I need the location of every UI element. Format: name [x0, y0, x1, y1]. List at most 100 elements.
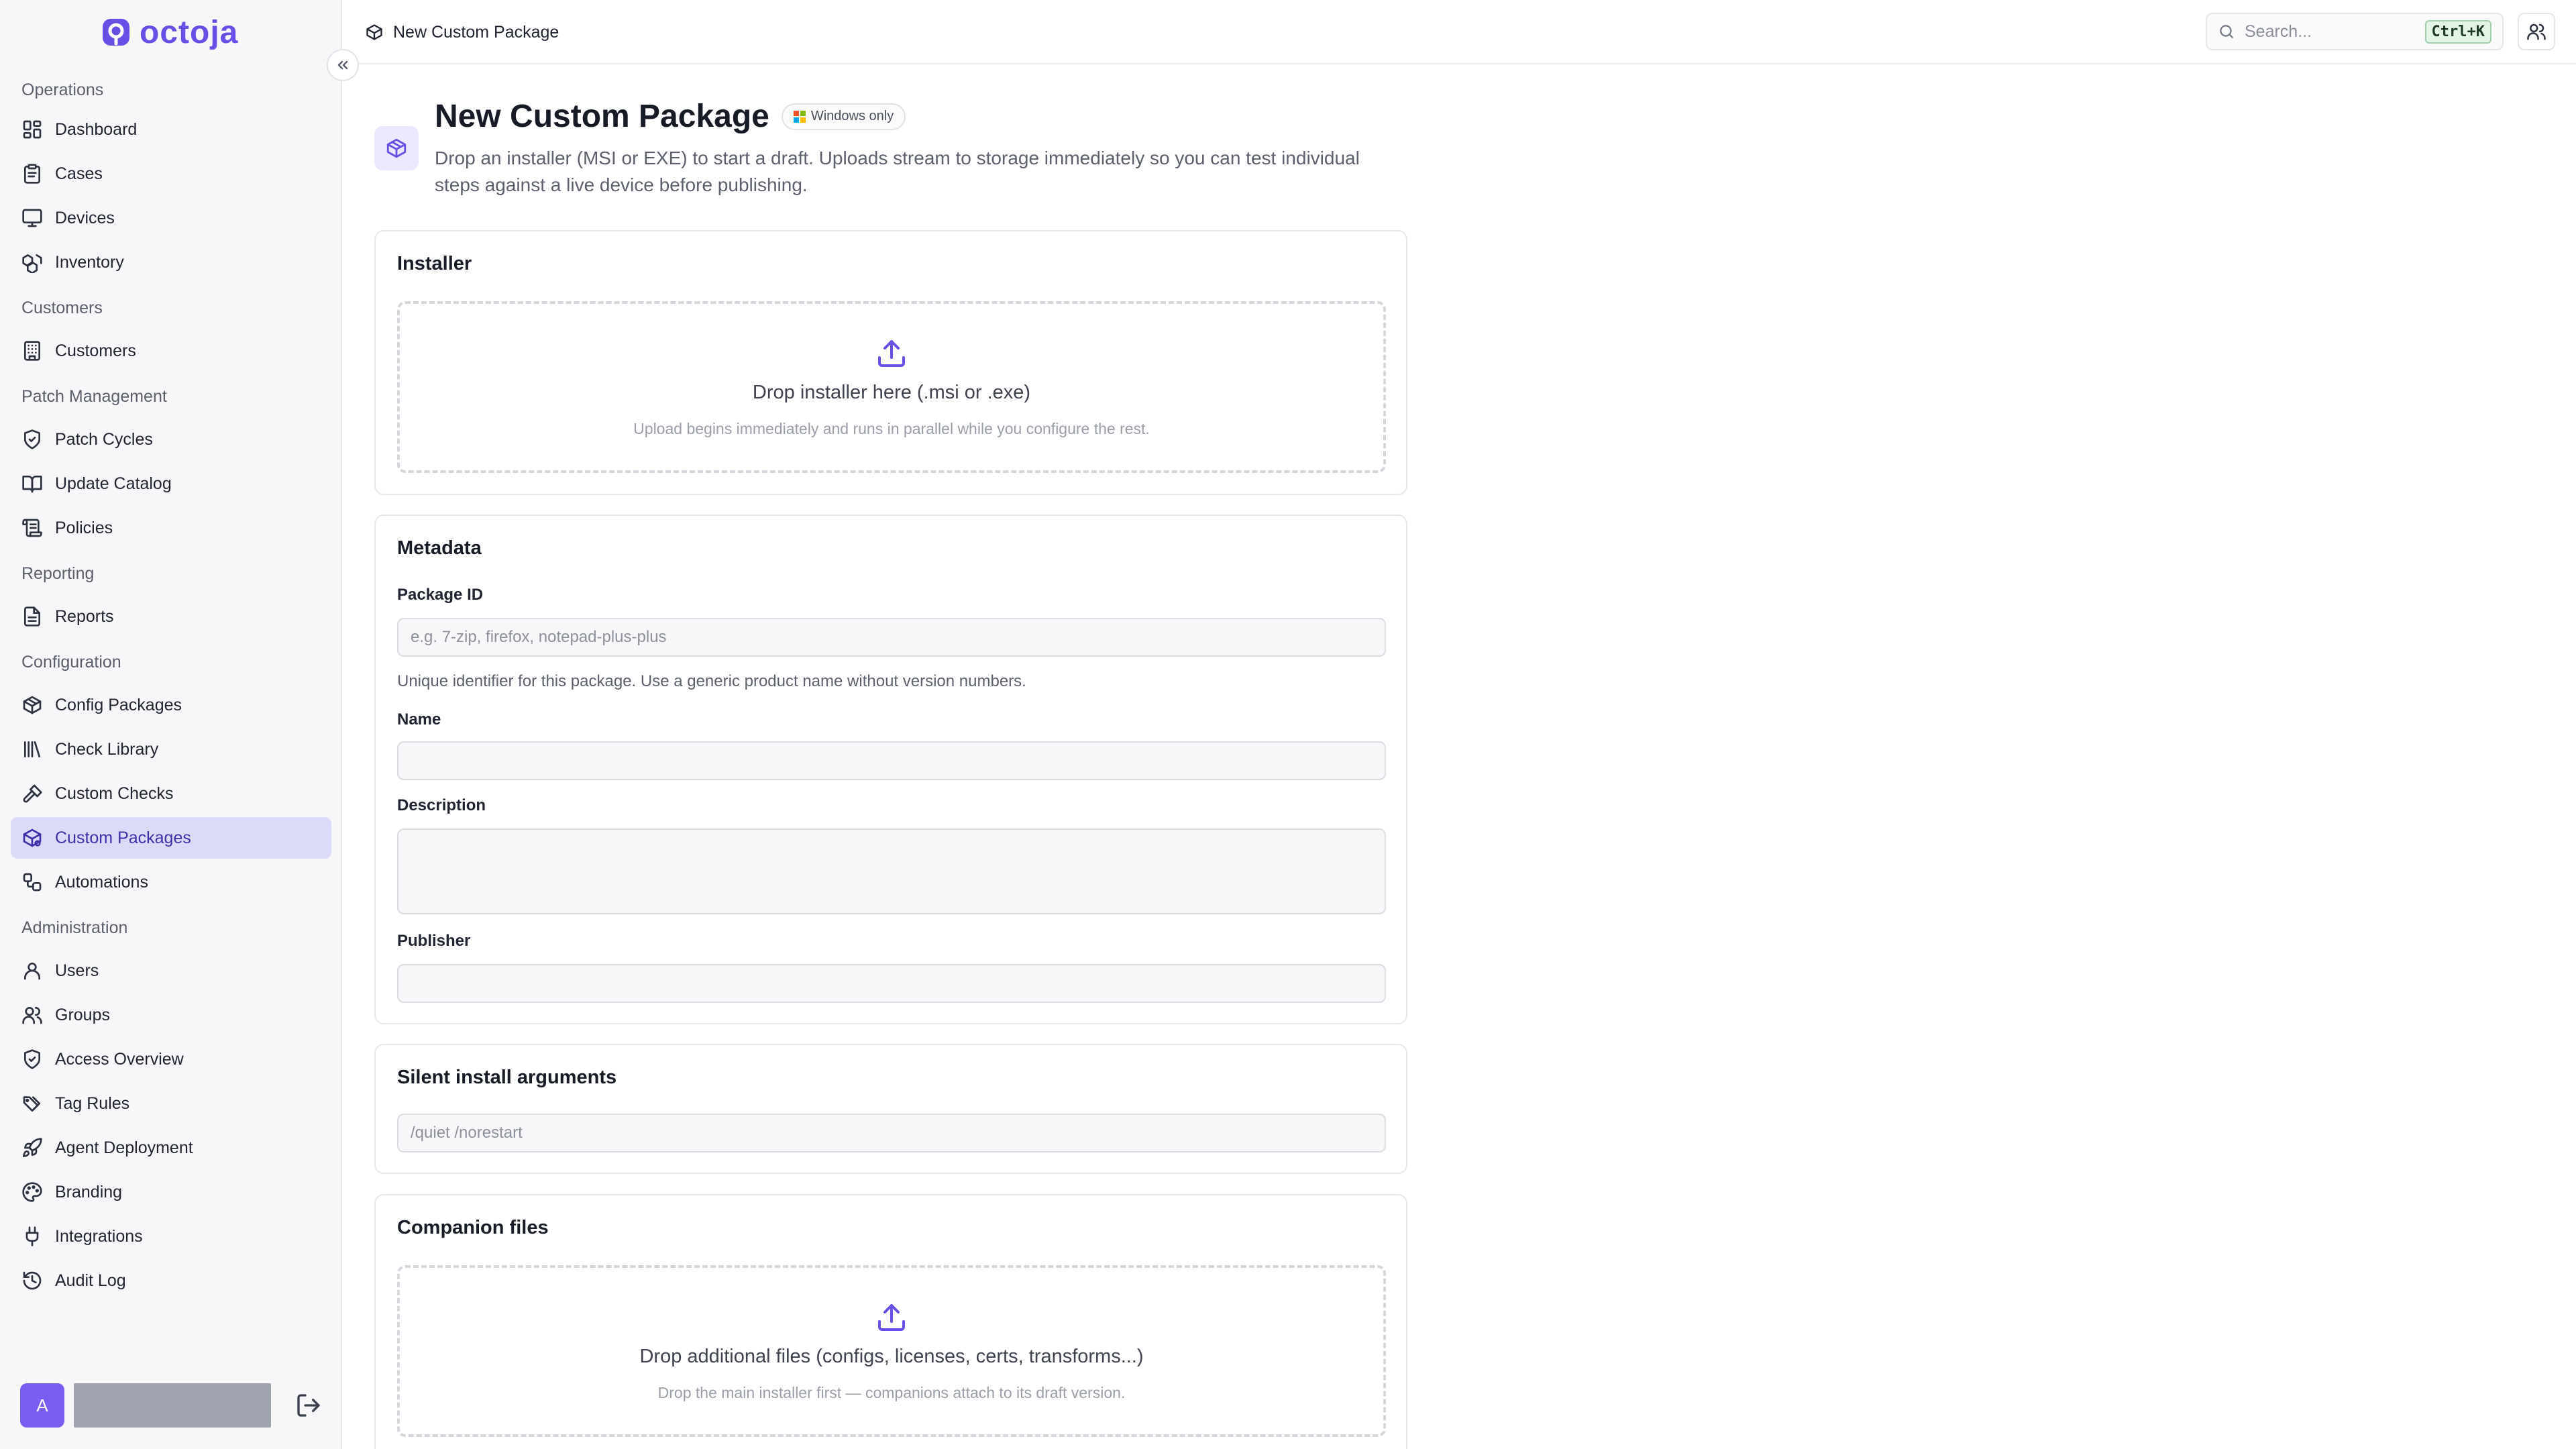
platform-badge: Windows only	[781, 103, 906, 130]
app-logo[interactable]: octoja	[101, 15, 238, 50]
package-cog-icon	[366, 24, 382, 40]
sidebar-item-update-catalog[interactable]: Update Catalog	[11, 463, 331, 504]
sidebar: octoja Operations Dashboard Cases Devices In…	[0, 0, 342, 1449]
search-icon	[2220, 25, 2233, 38]
sidebar-item-label: Policies	[55, 518, 113, 537]
silent-args-input[interactable]	[397, 1114, 1386, 1152]
sidebar-item-label: Access Overview	[55, 1049, 184, 1069]
layout-dashboard-icon	[23, 120, 42, 139]
publisher-input[interactable]	[397, 964, 1386, 1003]
sidebar-item-inventory[interactable]: Inventory	[11, 241, 331, 283]
windows-icon	[793, 110, 806, 123]
sidebar-item-label: Automations	[55, 872, 148, 892]
user-icon	[24, 963, 40, 980]
installer-dropzone[interactable]: Drop installer here (.msi or .exe) Uploa…	[397, 301, 1386, 473]
search-placeholder: Search...	[2245, 21, 2312, 41]
sidebar-item-automations[interactable]: Automations	[11, 861, 331, 903]
account-menu-button[interactable]	[2518, 13, 2555, 50]
sidebar-item-audit-log[interactable]: Audit Log	[11, 1260, 331, 1301]
sidebar-item-patch-cycles[interactable]: Patch Cycles	[11, 419, 331, 460]
sidebar-item-label: Cases	[55, 164, 103, 183]
scroll-icon	[22, 519, 42, 537]
sidebar-item-users[interactable]: Users	[11, 950, 331, 991]
upload-icon	[878, 1304, 905, 1331]
sidebar-item-devices[interactable]: Devices	[11, 197, 331, 239]
companion-drop-hint: Drop the main installer first — companio…	[657, 1384, 1126, 1401]
topbar: New Custom Package Search... Ctrl+K	[342, 0, 2576, 64]
name-label: Name	[397, 710, 441, 729]
package-cog-icon	[23, 828, 42, 847]
search-box[interactable]: Search... Ctrl+K	[2206, 13, 2504, 50]
companion-drop-text: Drop additional files (configs, licenses…	[639, 1346, 1144, 1367]
sidebar-item-label: Tag Rules	[55, 1093, 130, 1113]
sidebar-item-label: Custom Packages	[55, 828, 191, 847]
metadata-card: Metadata Package ID Unique identifier fo…	[374, 515, 1407, 1024]
package-id-input[interactable]	[397, 618, 1386, 657]
sidebar-item-custom-packages[interactable]: Custom Packages	[11, 817, 331, 859]
sidebar-item-label: Update Catalog	[55, 474, 172, 493]
logout-button[interactable]	[295, 1392, 322, 1419]
user-name-redacted	[74, 1383, 271, 1428]
avatar[interactable]: A	[20, 1383, 64, 1428]
sidebar-item-integrations[interactable]: Integrations	[11, 1216, 331, 1257]
metadata-card-title: Metadata	[397, 537, 482, 559]
platform-badge-label: Windows only	[810, 109, 894, 123]
shield-icon	[24, 1049, 40, 1069]
description-label: Description	[397, 796, 486, 814]
package-icon	[23, 696, 42, 714]
plug-icon	[25, 1226, 39, 1246]
name-input[interactable]	[397, 741, 1386, 780]
logo-text: octoja	[140, 14, 239, 50]
search-shortcut-badge: Ctrl+K	[2424, 19, 2491, 44]
sidebar-item-label: Groups	[55, 1005, 110, 1024]
sidebar-item-customers[interactable]: Customers	[11, 330, 331, 372]
clipboard-icon	[24, 164, 40, 184]
book-open-icon	[22, 476, 42, 493]
installer-card-title: Installer	[397, 253, 472, 274]
nav-section-title: Administration	[21, 918, 128, 937]
sidebar-item-agent-deployment[interactable]: Agent Deployment	[11, 1127, 331, 1169]
library-icon	[24, 741, 40, 757]
companion-files-card-title: Companion files	[397, 1217, 549, 1238]
sidebar-item-label: Branding	[55, 1182, 123, 1201]
installer-drop-text: Drop installer here (.msi or .exe)	[752, 382, 1031, 403]
sidebar-item-reports[interactable]: Reports	[11, 596, 331, 637]
nav-section-title: Operations	[21, 80, 104, 99]
history-icon	[23, 1271, 42, 1290]
installer-card: Installer Drop installer here (.msi or .…	[374, 230, 1407, 495]
sidebar-item-cases[interactable]: Cases	[11, 153, 331, 195]
publisher-label: Publisher	[397, 932, 471, 950]
sidebar-nav: Operations Dashboard Cases Devices Inventory…	[11, 71, 331, 1304]
sidebar-item-config-packages[interactable]: Config Packages	[11, 684, 331, 726]
sidebar-item-groups[interactable]: Groups	[11, 994, 331, 1036]
chevrons-left-icon	[337, 60, 348, 70]
sidebar-item-branding[interactable]: Branding	[11, 1171, 331, 1213]
sidebar-item-label: Dashboard	[55, 119, 138, 139]
workflow-icon	[23, 873, 42, 892]
collapse-sidebar-button[interactable]	[327, 49, 359, 81]
companion-files-card: Companion files Drop additional files (c…	[374, 1194, 1407, 1449]
description-textarea[interactable]	[397, 828, 1386, 914]
sidebar-item-label: Custom Checks	[55, 784, 174, 803]
sidebar-item-check-library[interactable]: Check Library	[11, 729, 331, 770]
sidebar-item-label: Users	[55, 961, 99, 980]
nav-section-title: Configuration	[21, 653, 121, 672]
sidebar-item-label: Devices	[55, 208, 115, 227]
rocket-icon	[23, 1138, 42, 1157]
breadcrumb-current: New Custom Package	[393, 22, 559, 42]
package-id-label: Package ID	[397, 586, 484, 604]
sidebar-item-label: Reports	[55, 606, 114, 626]
users-icon	[22, 1007, 42, 1024]
installer-drop-hint: Upload begins immediately and runs in pa…	[633, 420, 1150, 437]
octoja-logo-icon	[103, 19, 129, 46]
sidebar-item-access-overview[interactable]: Access Overview	[11, 1038, 331, 1080]
tags-icon	[23, 1096, 40, 1112]
sidebar-item-tag-rules[interactable]: Tag Rules	[11, 1083, 331, 1124]
companion-dropzone[interactable]: Drop additional files (configs, licenses…	[397, 1265, 1386, 1437]
sidebar-item-custom-checks[interactable]: Custom Checks	[11, 773, 331, 814]
page-description: Drop an installer (MSI or EXE) to start …	[435, 148, 1360, 195]
silent-args-card: Silent install arguments	[374, 1044, 1407, 1174]
sidebar-item-dashboard[interactable]: Dashboard	[11, 109, 331, 150]
sidebar-item-policies[interactable]: Policies	[11, 507, 331, 549]
upload-icon	[878, 340, 905, 367]
